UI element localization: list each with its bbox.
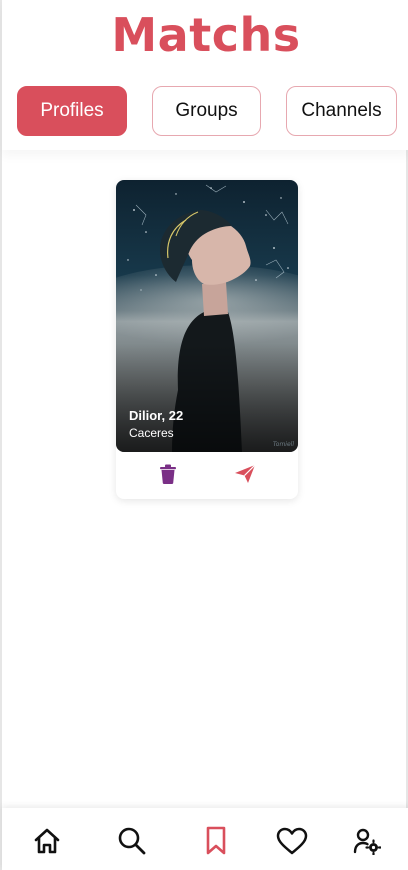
bookmark-icon [206, 826, 226, 855]
delete-button[interactable] [154, 462, 182, 486]
artist-signature: Tomiell [272, 441, 294, 448]
tab-groups-label: Groups [175, 100, 238, 121]
nav-search[interactable] [115, 824, 149, 858]
bottom-nav [2, 808, 408, 870]
profile-card[interactable]: Dilior, 22 Caceres Tomiell [116, 180, 298, 499]
page-title: Matchs [111, 8, 301, 62]
tab-channels[interactable]: Channels [286, 86, 397, 136]
trash-icon [160, 464, 176, 484]
home-icon [34, 828, 60, 854]
header: Matchs Profiles Groups Channels [2, 0, 408, 150]
tab-profiles-label: Profiles [40, 100, 104, 121]
app-frame: Matchs Profiles Groups Channels Dilior, … [0, 0, 408, 870]
tab-profiles[interactable]: Profiles [17, 86, 127, 136]
nav-bookmarks[interactable] [199, 824, 233, 858]
user-settings-icon [353, 828, 381, 855]
heart-icon [276, 827, 308, 855]
profile-name-age: Dilior, 22 [129, 408, 184, 423]
tab-channels-label: Channels [301, 100, 382, 121]
nav-account-settings[interactable] [350, 824, 384, 858]
send-button[interactable] [231, 462, 259, 486]
profile-city: Caceres [129, 426, 174, 440]
profile-photo[interactable]: Dilior, 22 Caceres Tomiell [116, 180, 298, 452]
nav-likes[interactable] [275, 824, 309, 858]
search-icon [118, 827, 146, 855]
tab-groups[interactable]: Groups [152, 86, 261, 136]
nav-home[interactable] [30, 824, 64, 858]
send-icon [235, 464, 256, 483]
